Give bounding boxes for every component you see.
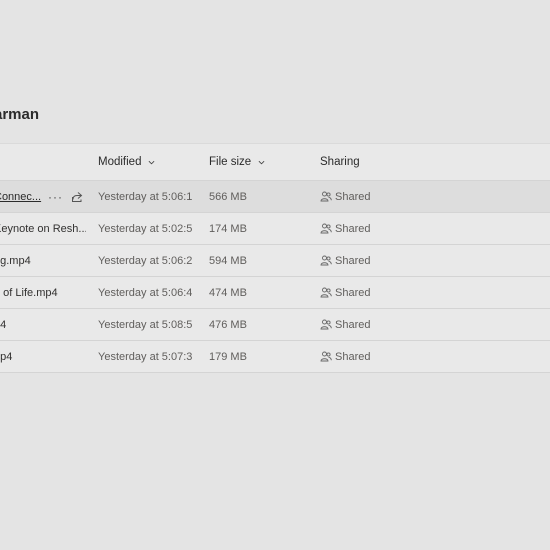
table-row[interactable]: g of Life.mp4 Yesterday at 5:06:4... 474… (0, 277, 550, 309)
file-size-cell: 474 MB (209, 286, 247, 299)
column-header-sharing-label: Sharing (320, 156, 360, 168)
file-name-label: ng.mp4 (0, 254, 31, 267)
people-icon (320, 287, 332, 298)
modified-cell: Yesterday at 5:07:3... (98, 350, 192, 363)
sharing-cell[interactable]: Shared (320, 181, 440, 212)
column-header-file-size-label: File size (209, 156, 252, 168)
column-header-sharing[interactable]: Sharing (320, 144, 440, 180)
sharing-label: Shared (335, 350, 371, 363)
file-name-cell[interactable]: p4 (0, 309, 86, 340)
column-header-modified-label: Modified (98, 156, 142, 168)
people-icon (320, 191, 332, 202)
chevron-down-icon (148, 159, 155, 166)
sharing-cell[interactable]: Shared (320, 277, 440, 308)
modified-cell: Yesterday at 5:06:2... (98, 254, 192, 267)
modified-cell: Yesterday at 5:02:5... (98, 222, 192, 235)
sharing-label: Shared (335, 254, 371, 267)
file-size-cell: 476 MB (209, 318, 247, 331)
column-header-row: Modified File size Sharing (0, 144, 550, 181)
column-header-file-size[interactable]: File size (209, 144, 299, 180)
sharing-label: Shared (335, 286, 371, 299)
file-name-label: p4 (0, 318, 7, 331)
file-name-cell[interactable]: np4 (0, 341, 86, 372)
file-size-cell: 174 MB (209, 222, 247, 235)
modified-cell: Yesterday at 5:06:1... (98, 190, 192, 203)
file-name-cell[interactable]: g of Life.mp4 (0, 277, 86, 308)
file-name-link[interactable]: Connec... (0, 191, 41, 203)
file-name-label: Keynote on Resh... (0, 222, 86, 235)
table-row[interactable]: ng.mp4 Yesterday at 5:06:2... 594 MB Sha… (0, 245, 550, 277)
file-name-cell[interactable]: Keynote on Resh... (0, 213, 86, 244)
column-header-modified[interactable]: Modified (98, 144, 192, 180)
file-name-label: g of Life.mp4 (0, 286, 58, 299)
page-title: arman (0, 106, 40, 123)
table-row[interactable]: p4 Yesterday at 5:08:5... 476 MB Shared (0, 309, 550, 341)
more-options-icon[interactable]: ··· (48, 181, 63, 212)
modified-cell: Yesterday at 5:08:5... (98, 318, 192, 331)
chevron-down-icon (258, 159, 265, 166)
sharing-cell[interactable]: Shared (320, 309, 440, 340)
share-icon[interactable] (71, 181, 83, 212)
sharing-cell[interactable]: Shared (320, 213, 440, 244)
file-name-label: np4 (0, 350, 13, 363)
file-list: Modified File size Sharing Connec... ···… (0, 143, 550, 373)
sharing-label: Shared (335, 190, 371, 203)
sharing-label: Shared (335, 318, 371, 331)
people-icon (320, 351, 332, 362)
file-size-cell: 594 MB (209, 254, 247, 267)
table-row[interactable]: Keynote on Resh... Yesterday at 5:02:5..… (0, 213, 550, 245)
sharing-label: Shared (335, 222, 371, 235)
sharing-cell[interactable]: Shared (320, 341, 440, 372)
people-icon (320, 319, 332, 330)
table-row[interactable]: np4 Yesterday at 5:07:3... 179 MB Shared (0, 341, 550, 373)
people-icon (320, 223, 332, 234)
table-row[interactable]: Connec... ··· Yesterday at 5:06:1... 566… (0, 181, 550, 213)
people-icon (320, 255, 332, 266)
sharing-cell[interactable]: Shared (320, 245, 440, 276)
file-size-cell: 566 MB (209, 190, 247, 203)
file-name-cell[interactable]: ng.mp4 (0, 245, 86, 276)
modified-cell: Yesterday at 5:06:4... (98, 286, 192, 299)
file-size-cell: 179 MB (209, 350, 247, 363)
